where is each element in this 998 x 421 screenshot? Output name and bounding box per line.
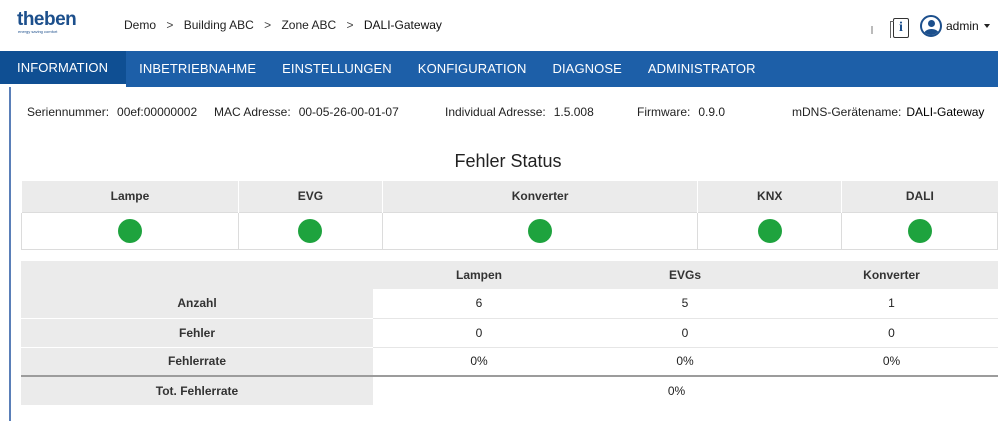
divider <box>871 26 873 34</box>
tab-konfiguration[interactable]: KONFIGURATION <box>405 51 540 87</box>
stats-header-lampen: Lampen <box>373 261 585 289</box>
serial-value: 00ef:00000002 <box>117 105 198 119</box>
status-ok-indicator-icon <box>528 218 553 243</box>
fehlerrate-konverter: 0% <box>785 347 998 377</box>
logo-text: theben <box>17 9 77 30</box>
mdns-label: mDNS-Gerätename: <box>792 105 902 119</box>
tab-diagnose[interactable]: DIAGNOSE <box>539 51 634 87</box>
breadcrumb-separator: > <box>166 18 174 32</box>
tab-information[interactable]: INFORMATION <box>0 51 127 87</box>
status-cell-knx <box>697 211 843 250</box>
tab-administrator[interactable]: ADMINISTRATOR <box>635 51 769 87</box>
stats-header-blank <box>21 261 373 289</box>
anzahl-lampen: 6 <box>373 289 585 319</box>
anzahl-evgs: 5 <box>585 289 785 319</box>
status-cell-evg <box>237 211 383 250</box>
status-title: Fehler Status <box>454 151 562 171</box>
serial-field: Seriennummer: 00ef:00000002 <box>27 105 197 119</box>
firmware-field: Firmware: 0.9.0 <box>637 105 725 119</box>
breadcrumb: Demo > Building ABC > Zone ABC > DALI-Ga… <box>124 18 449 32</box>
individual-address-label: Individual Adresse: <box>445 105 546 119</box>
row-label-total-fehlerrate: Tot. Fehlerrate <box>21 376 373 405</box>
firmware-value: 0.9.0 <box>698 105 726 119</box>
content-left-border <box>9 87 11 421</box>
row-label-fehlerrate: Fehlerrate <box>21 347 373 377</box>
user-avatar-icon <box>920 15 942 37</box>
breadcrumb-demo[interactable]: Demo <box>124 18 156 32</box>
status-header-knx: KNX <box>697 181 842 212</box>
stats-header-row: Lampen EVGs Konverter <box>21 261 998 289</box>
anzahl-konverter: 1 <box>785 289 998 319</box>
individual-address-value: 1.5.008 <box>553 105 594 119</box>
serial-label: Seriennummer: <box>27 105 110 119</box>
stats-header-konverter: Konverter <box>785 261 998 289</box>
mac-value: 00-05-26-00-01-07 <box>298 105 399 119</box>
caret-down-icon <box>983 24 990 28</box>
row-label-fehler: Fehler <box>21 318 373 348</box>
logo-tagline: energy saving comfort <box>18 29 58 34</box>
status-cell-konverter <box>381 211 699 250</box>
status-cell-lampe <box>21 211 239 250</box>
firmware-label: Firmware: <box>637 105 691 119</box>
breadcrumb-building[interactable]: Building ABC <box>184 18 254 32</box>
theben-logo[interactable]: theben energy saving comfort <box>17 9 89 39</box>
mdns-field: mDNS-Gerätename: DALI-Gateway <box>792 105 984 119</box>
mac-label: MAC Adresse: <box>214 105 291 119</box>
status-ok-indicator-icon <box>117 218 142 243</box>
top-bar: theben energy saving comfort Demo > Buil… <box>0 0 998 51</box>
tab-inbetriebnahme[interactable]: INBETRIEBNAHME <box>126 51 269 87</box>
table-row-total: Tot. Fehlerrate 0% <box>21 376 998 405</box>
status-header-dali: DALI <box>841 181 998 212</box>
breadcrumb-current: DALI-Gateway <box>363 18 442 32</box>
fehler-konverter: 0 <box>785 318 998 348</box>
status-header-konverter: Konverter <box>381 181 698 212</box>
stats-header-evgs: EVGs <box>585 261 785 289</box>
mac-field: MAC Adresse: 00-05-26-00-01-07 <box>214 105 399 119</box>
status-indicator-row <box>21 211 998 250</box>
user-name: admin <box>946 19 979 33</box>
fehler-lampen: 0 <box>373 318 585 348</box>
individual-address-field: Individual Adresse: 1.5.008 <box>445 105 594 119</box>
mdns-value: DALI-Gateway <box>906 105 985 119</box>
table-row: Fehler 0 0 0 <box>21 318 998 348</box>
status-ok-indicator-icon <box>907 218 932 243</box>
stats-table: Lampen EVGs Konverter Anzahl 6 5 1 Fehle… <box>21 261 998 405</box>
status-table: Lampe EVG Konverter KNX DALI <box>21 181 998 250</box>
status-header-row: Lampe EVG Konverter KNX DALI <box>21 181 998 212</box>
table-row: Anzahl 6 5 1 <box>21 289 998 319</box>
breadcrumb-zone[interactable]: Zone ABC <box>281 18 336 32</box>
info-icon[interactable]: i <box>890 18 909 38</box>
breadcrumb-separator: > <box>346 18 354 32</box>
status-header-evg: EVG <box>237 181 383 212</box>
fehlerrate-evgs: 0% <box>585 347 785 377</box>
main-nav: INFORMATION INBETRIEBNAHME EINSTELLUNGEN… <box>0 51 998 87</box>
table-row: Fehlerrate 0% 0% 0% <box>21 347 998 377</box>
row-label-anzahl: Anzahl <box>21 289 373 319</box>
user-menu[interactable]: admin <box>920 15 990 37</box>
breadcrumb-separator: > <box>264 18 272 32</box>
total-fehlerrate-value: 0% <box>667 384 686 398</box>
fehlerrate-lampen: 0% <box>373 347 585 377</box>
fehler-evgs: 0 <box>585 318 785 348</box>
status-header-lampe: Lampe <box>21 181 239 212</box>
status-cell-dali <box>841 211 998 250</box>
status-ok-indicator-icon <box>757 218 782 243</box>
tab-einstellungen[interactable]: EINSTELLUNGEN <box>269 51 405 87</box>
status-ok-indicator-icon <box>298 218 323 243</box>
